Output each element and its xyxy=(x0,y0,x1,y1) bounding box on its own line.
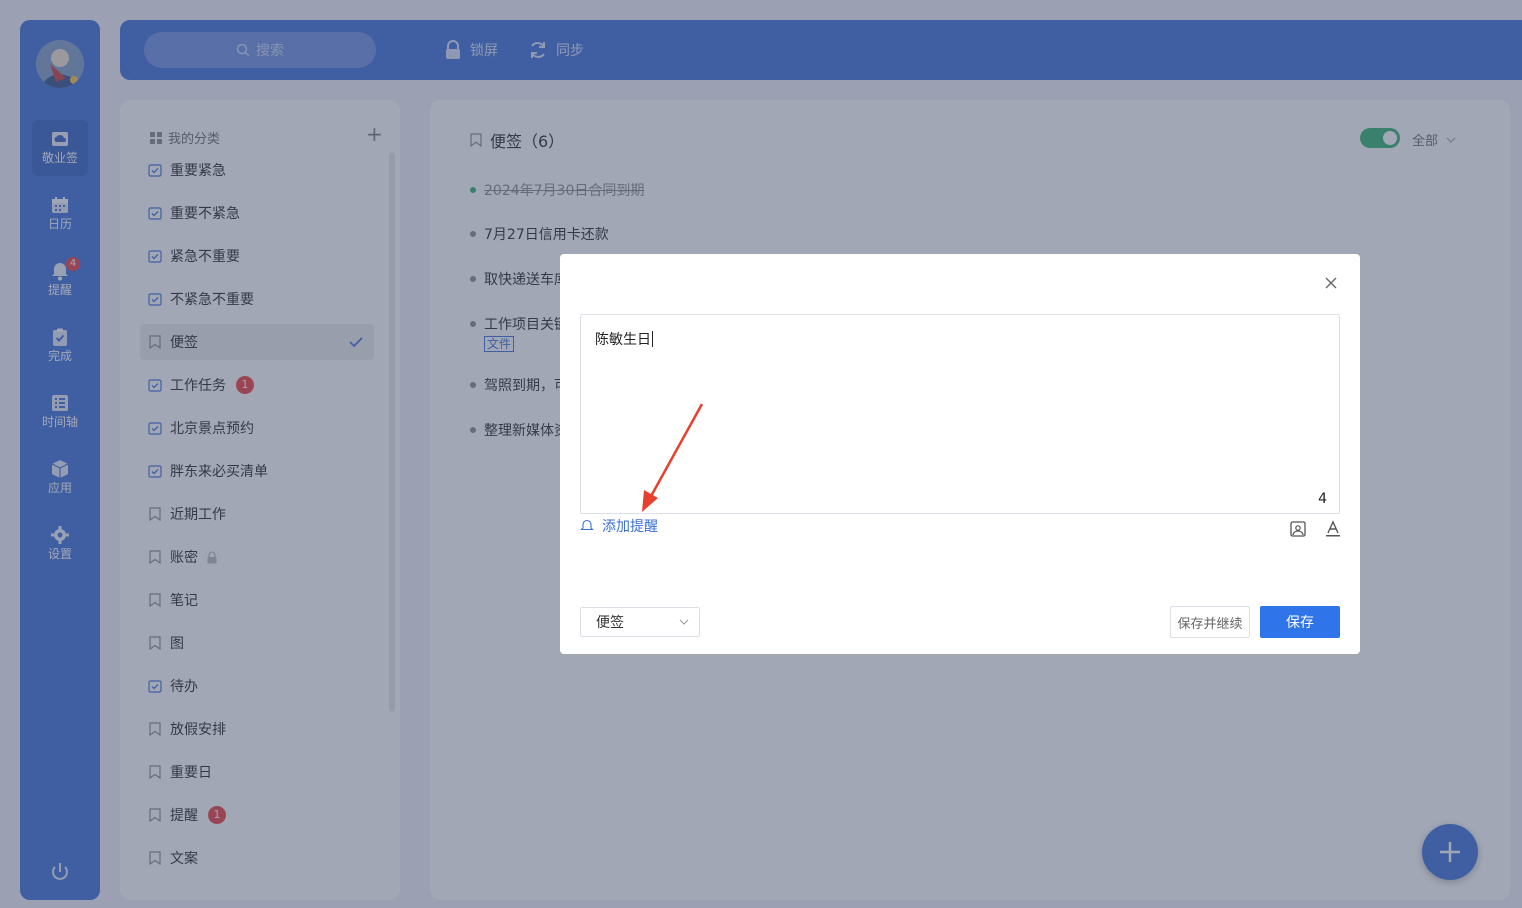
save-button[interactable]: 保存 xyxy=(1260,606,1340,638)
add-reminder-link[interactable]: 添加提醒 xyxy=(580,516,658,536)
close-icon[interactable] xyxy=(1322,274,1340,292)
note-content: 陈敏生日 xyxy=(595,331,653,348)
bell-icon xyxy=(580,519,594,531)
note-editor[interactable]: 陈敏生日 4 xyxy=(580,314,1340,514)
category-select[interactable]: 便签 xyxy=(580,607,700,637)
text-format-icon[interactable] xyxy=(1324,520,1342,538)
save-and-continue-button[interactable]: 保存并继续 xyxy=(1170,606,1250,638)
insert-image-icon[interactable] xyxy=(1289,520,1307,538)
category-select-value: 便签 xyxy=(596,615,624,631)
add-reminder-label: 添加提醒 xyxy=(602,519,658,535)
chevron-down-icon xyxy=(679,619,689,625)
new-note-dialog: 陈敏生日 4 添加提醒 便签 保存并继续 保存 xyxy=(560,254,1360,654)
char-count: 4 xyxy=(1318,491,1327,507)
